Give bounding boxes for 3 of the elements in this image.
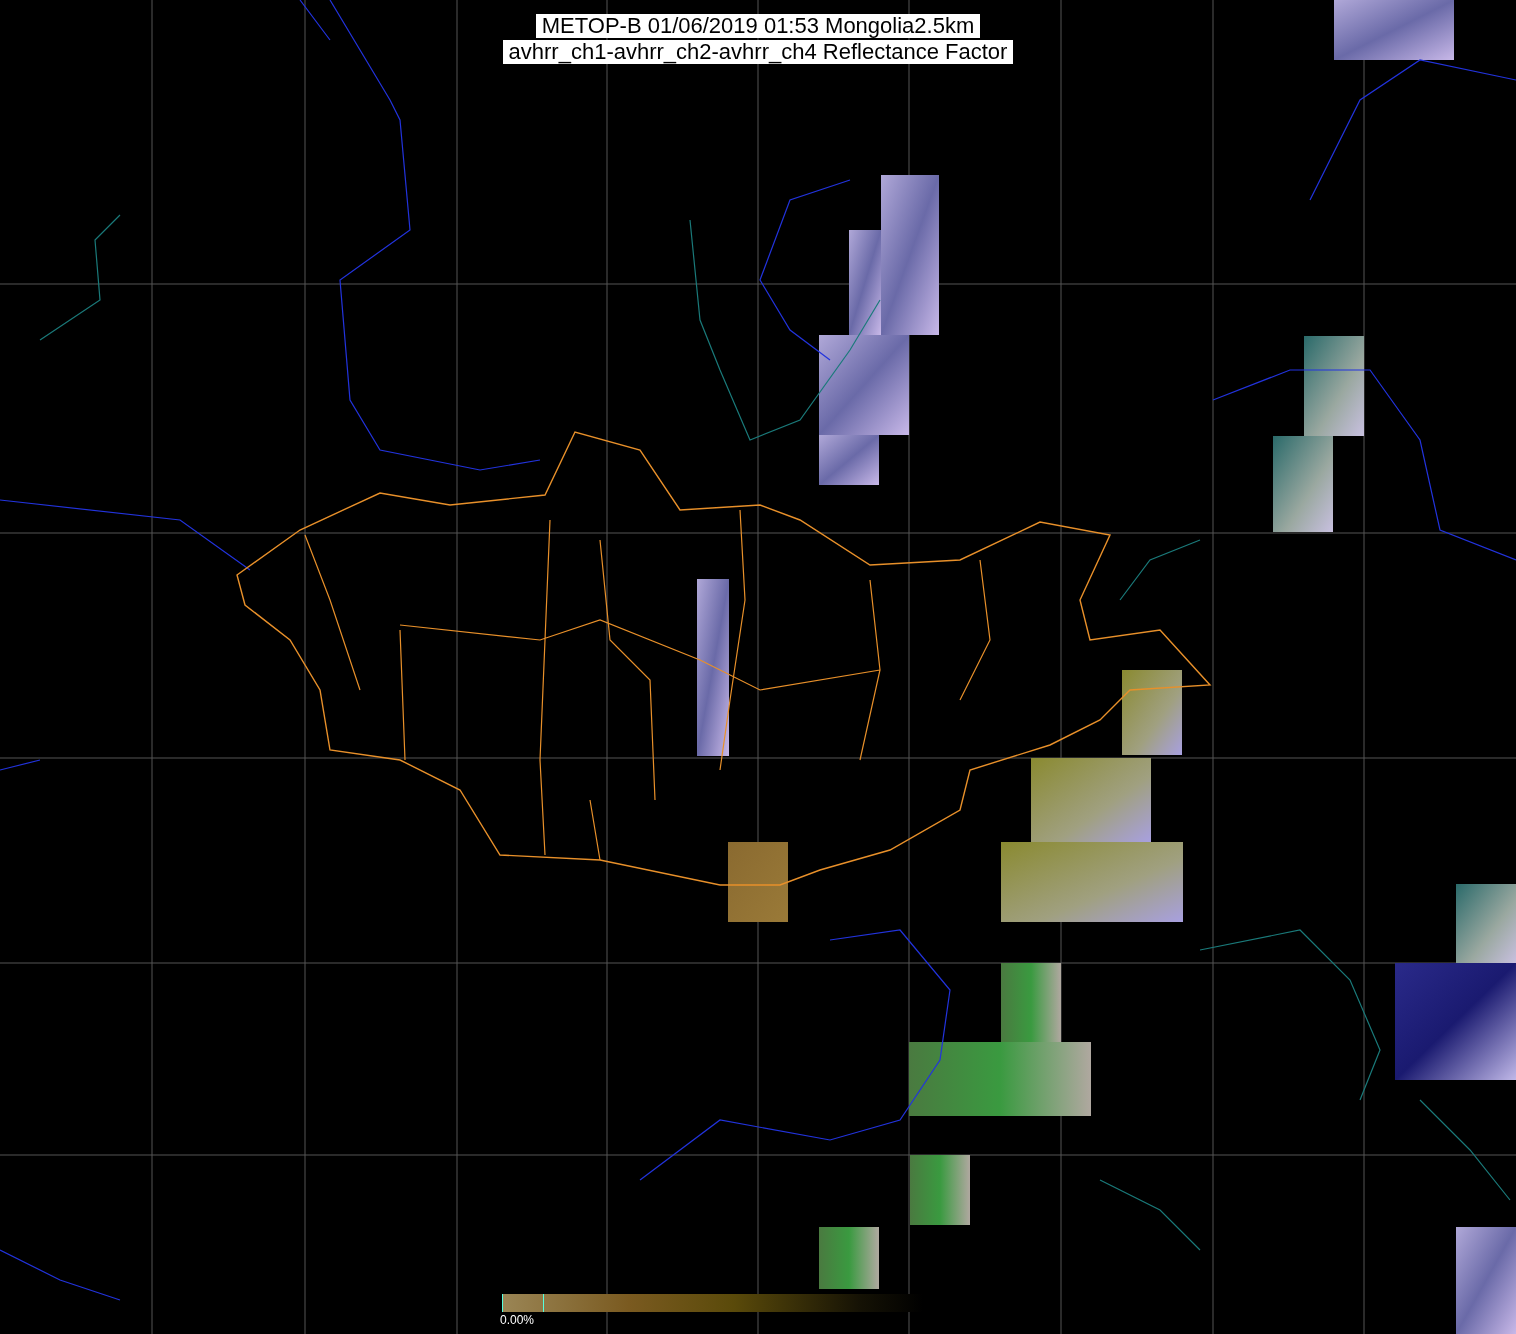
map-subtitle: avhrr_ch1-avhrr_ch2-avhrr_ch4 Reflectance Factor [502, 40, 1014, 64]
map-title: METOP-B 01/06/2019 01:53 Mongolia2.5km [535, 14, 981, 38]
colorbar-label: 0.00% [500, 1313, 535, 1327]
